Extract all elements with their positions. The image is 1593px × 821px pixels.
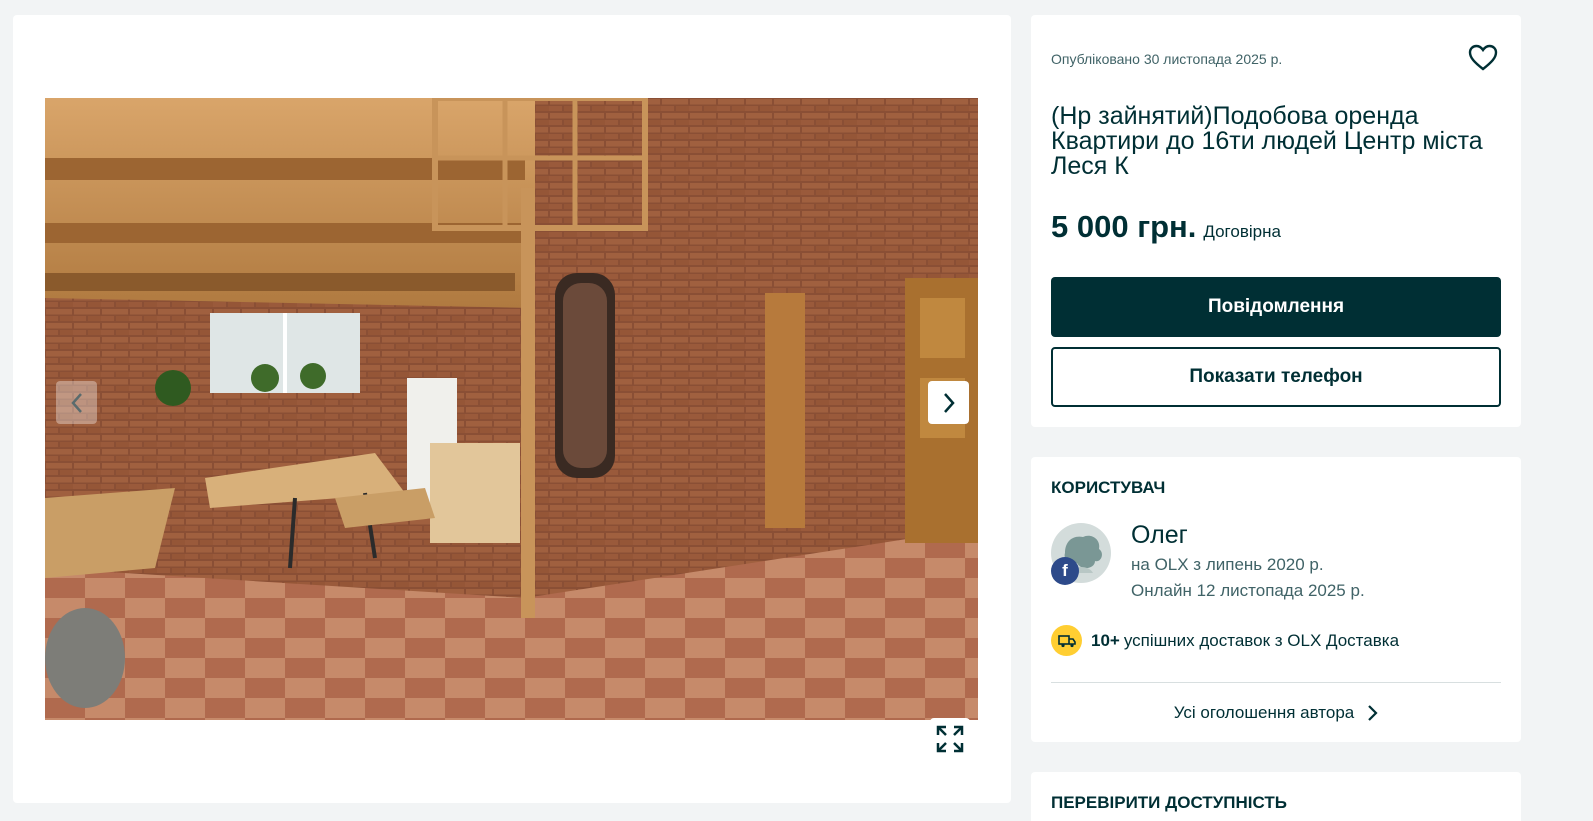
apartment-interior-image (45, 98, 978, 720)
delivery-text: успішних доставок з OLX Доставка (1123, 630, 1400, 650)
delivery-stats: 10+ успішних доставок з OLX Доставка (1051, 625, 1399, 656)
facebook-icon: f (1051, 557, 1079, 585)
user-section-heading: КОРИСТУВАЧ (1051, 478, 1166, 497)
heart-icon (1468, 44, 1498, 71)
chevron-left-icon (70, 392, 82, 413)
expand-icon (936, 725, 964, 753)
chevron-right-icon (943, 392, 955, 413)
all-author-ads-link[interactable]: Усі оголошення автора (1051, 693, 1501, 733)
delivery-count: 10+ (1091, 630, 1120, 650)
photo-gallery (13, 15, 1011, 803)
ad-title: (Нр зайнятий)Подобова оренда Квартири до… (1051, 102, 1483, 180)
message-button[interactable]: Повідомлення (1051, 277, 1501, 337)
last-online: Онлайн 12 листопада 2025 р. (1131, 581, 1365, 600)
divider (1051, 682, 1501, 683)
listing-photo[interactable] (45, 98, 978, 720)
all-author-ads-label: Усі оголошення автора (1173, 703, 1355, 722)
user-name: Олег (1131, 521, 1188, 549)
delivery-truck-icon (1051, 625, 1082, 656)
price: 5 000 грн. (1051, 209, 1197, 244)
fullscreen-button[interactable] (930, 718, 970, 760)
availability-card: ПЕРЕВІРИТИ ДОСТУПНІСТЬ (1031, 772, 1521, 821)
price-row: 5 000 грн. Договірна (1051, 209, 1281, 245)
chevron-right-icon (1368, 705, 1378, 721)
show-phone-button[interactable]: Показати телефон (1051, 347, 1501, 407)
posted-date: Опубліковано 30 листопада 2025 р. (1051, 51, 1283, 67)
next-photo-button[interactable] (928, 381, 969, 424)
availability-heading: ПЕРЕВІРИТИ ДОСТУПНІСТЬ (1051, 793, 1287, 812)
member-since: на OLX з липень 2020 р. (1131, 555, 1324, 574)
ad-info-card: Опубліковано 30 листопада 2025 р. (Нр за… (1031, 15, 1521, 427)
negotiable-label: Договірна (1203, 222, 1281, 241)
previous-photo-button[interactable] (56, 381, 97, 424)
user-card: КОРИСТУВАЧ f Олег на OLX з липень 2020 р… (1031, 457, 1521, 742)
favorite-button[interactable] (1467, 42, 1499, 74)
